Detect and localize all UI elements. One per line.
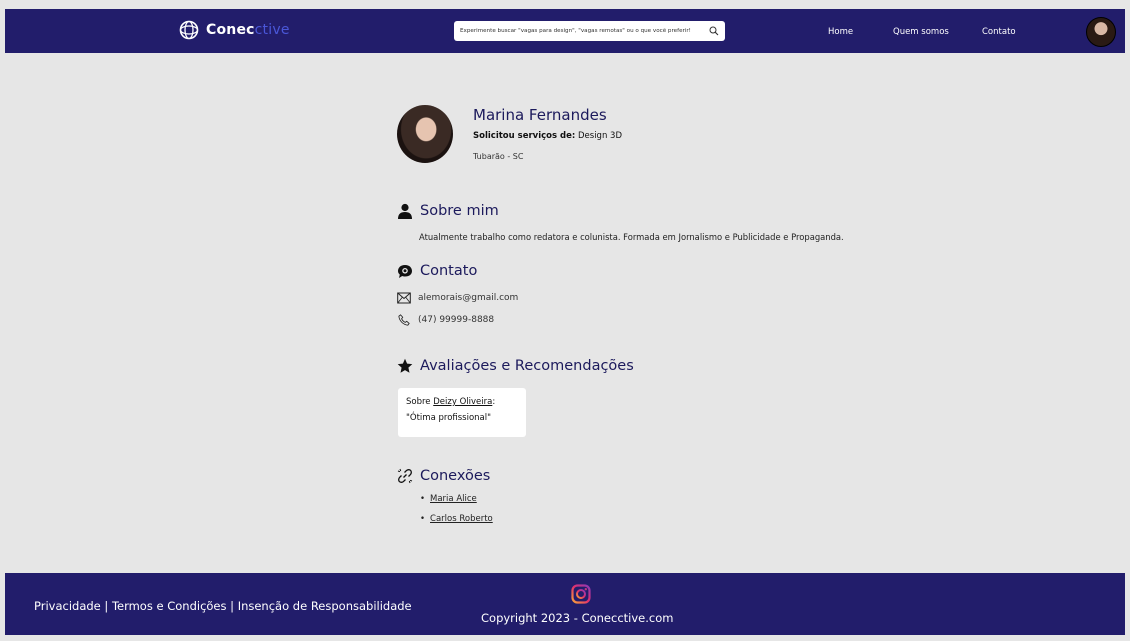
phone-icon xyxy=(398,314,410,326)
service-label: Solicitou serviços de: xyxy=(473,131,576,141)
review-author-line: Sobre Deizy Oliveira: xyxy=(406,397,496,407)
footer: Privacidade | Termos e Condições | Insen… xyxy=(5,573,1125,635)
search-icon[interactable] xyxy=(709,26,719,36)
connection-item[interactable]: • Carlos Roberto xyxy=(420,514,493,524)
user-icon xyxy=(398,203,412,219)
profile-photo xyxy=(397,105,453,163)
logo-text: Conecctive xyxy=(206,22,290,38)
profile-service: Solicitou serviços de: Design 3D xyxy=(473,131,622,141)
section-reviews-heading: Avaliações e Recomendações xyxy=(397,358,634,374)
about-text: Atualmente trabalho como redatora e colu… xyxy=(419,232,844,242)
review-text: "Ótima profissional" xyxy=(406,413,492,423)
user-avatar[interactable] xyxy=(1086,17,1116,47)
review-author-link[interactable]: Deizy Oliveira xyxy=(433,397,492,407)
nav-quem-somos[interactable]: Quem somos xyxy=(893,27,949,37)
connection-link[interactable]: Carlos Roberto xyxy=(430,514,493,524)
globe-icon xyxy=(179,20,199,40)
profile-location: Tubarão - SC xyxy=(473,152,524,161)
section-connections-heading: Conexões xyxy=(397,468,490,484)
copyright: Copyright 2023 - Conecctive.com xyxy=(481,611,674,625)
chat-icon xyxy=(398,265,412,278)
profile-name: Marina Fernandes xyxy=(473,106,607,124)
contact-phone[interactable]: (47) 99999-8888 xyxy=(418,315,494,325)
contact-phone-row[interactable]: (47) 99999-8888 xyxy=(397,314,494,326)
nav-contato[interactable]: Contato xyxy=(982,27,1016,37)
mail-icon xyxy=(397,292,411,304)
search-input[interactable]: Experimente buscar "vagas para design", … xyxy=(460,28,706,34)
footer-link-termos[interactable]: Termos e Condições xyxy=(112,599,227,613)
footer-link-privacidade[interactable]: Privacidade xyxy=(34,599,101,613)
star-icon xyxy=(397,358,413,373)
contact-email[interactable]: alemorais@gmail.com xyxy=(418,293,518,303)
nav-home[interactable]: Home xyxy=(828,27,853,37)
footer-link-insencao[interactable]: Insenção de Responsabilidade xyxy=(238,599,412,613)
connection-item[interactable]: • Maria Alice xyxy=(420,494,477,504)
service-value: Design 3D xyxy=(577,131,622,141)
connection-link[interactable]: Maria Alice xyxy=(430,494,477,504)
section-contact-heading: Contato xyxy=(397,263,477,279)
footer-links: Privacidade | Termos e Condições | Insen… xyxy=(34,599,412,613)
review-card: Sobre Deizy Oliveira: "Ótima profissiona… xyxy=(398,388,526,437)
search-bar[interactable]: Experimente buscar "vagas para design", … xyxy=(454,21,725,41)
contact-email-row[interactable]: alemorais@gmail.com xyxy=(397,292,518,304)
top-navbar: Conecctive Experimente buscar "vagas par… xyxy=(5,9,1125,53)
section-about-heading: Sobre mim xyxy=(397,203,499,219)
instagram-icon[interactable] xyxy=(571,584,591,604)
logo[interactable]: Conecctive xyxy=(179,20,290,40)
link-icon xyxy=(397,468,413,484)
